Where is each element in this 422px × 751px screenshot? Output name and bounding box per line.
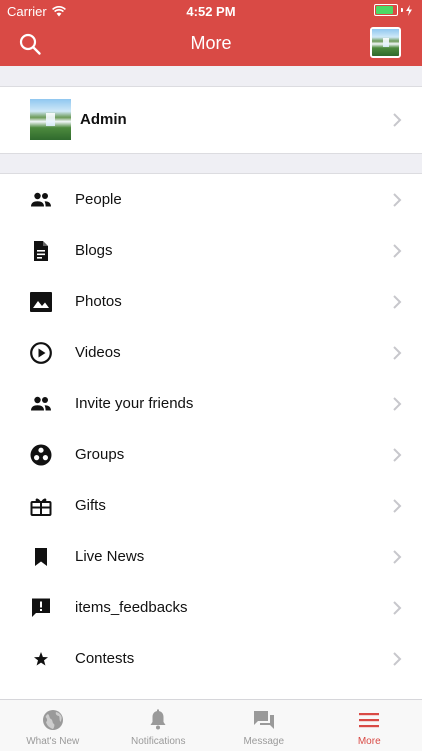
people-icon [29, 188, 53, 212]
menu-item-label: Contests [75, 650, 134, 667]
groups-icon [29, 443, 53, 467]
chevron-right-icon [392, 499, 402, 513]
user-avatar[interactable] [370, 27, 401, 58]
menu-icon [357, 708, 381, 732]
menu-list: People Blogs Photos Videos [0, 173, 422, 735]
bookmark-icon [29, 545, 53, 569]
menu-item-gifts[interactable]: Gifts [0, 480, 422, 531]
charging-icon [406, 5, 412, 16]
tab-bar: What's New Notifications Message More [0, 699, 422, 751]
menu-item-label: Blogs [75, 242, 113, 259]
menu-item-label: Videos [75, 344, 121, 361]
chat-icon [252, 708, 276, 732]
menu-item-feedbacks[interactable]: items_feedbacks [0, 582, 422, 633]
top-bar: Carrier 4:52 PM More [0, 0, 422, 66]
tab-label: Message [211, 736, 317, 747]
chevron-right-icon [392, 550, 402, 564]
menu-item-blogs[interactable]: Blogs [0, 225, 422, 276]
document-icon [29, 239, 53, 263]
tab-notifications[interactable]: Notifications [106, 700, 212, 751]
tab-label: Notifications [106, 736, 212, 747]
profile-row[interactable]: Admin [0, 86, 422, 154]
menu-item-contests[interactable]: Contests [0, 633, 422, 684]
people-icon [29, 392, 53, 416]
menu-item-label: Photos [75, 293, 122, 310]
menu-item-invite-friends[interactable]: Invite your friends [0, 378, 422, 429]
avatar [30, 99, 71, 140]
menu-item-groups[interactable]: Groups [0, 429, 422, 480]
chevron-right-icon [392, 193, 402, 207]
status-time: 4:52 PM [0, 4, 422, 19]
photo-icon [29, 290, 53, 314]
menu-item-people[interactable]: People [0, 174, 422, 225]
tab-more[interactable]: More [317, 700, 422, 751]
globe-icon [41, 708, 65, 732]
gift-icon [29, 494, 53, 518]
menu-item-label: Groups [75, 446, 124, 463]
tab-whats-new[interactable]: What's New [0, 700, 106, 751]
chevron-right-icon [392, 244, 402, 258]
menu-item-label: items_feedbacks [75, 599, 188, 616]
menu-item-label: People [75, 191, 122, 208]
tab-label: More [317, 736, 422, 747]
tab-message[interactable]: Message [211, 700, 317, 751]
menu-item-label: Live News [75, 548, 144, 565]
chevron-right-icon [392, 652, 402, 666]
menu-item-videos[interactable]: Videos [0, 327, 422, 378]
bell-icon [146, 708, 170, 732]
chevron-right-icon [392, 113, 402, 127]
feedback-icon [29, 596, 53, 620]
chevron-right-icon [392, 397, 402, 411]
menu-item-label: Invite your friends [75, 395, 193, 412]
page-title: More [0, 33, 422, 54]
menu-item-photos[interactable]: Photos [0, 276, 422, 327]
star-icon [29, 647, 53, 671]
profile-name: Admin [80, 111, 127, 128]
chevron-right-icon [392, 346, 402, 360]
menu-item-label: Gifts [75, 497, 106, 514]
battery-icon [374, 4, 398, 16]
chevron-right-icon [392, 601, 402, 615]
tab-label: What's New [0, 736, 106, 747]
battery-indicator [374, 4, 412, 16]
status-bar: Carrier 4:52 PM [0, 0, 422, 22]
chevron-right-icon [392, 295, 402, 309]
menu-item-live-news[interactable]: Live News [0, 531, 422, 582]
chevron-right-icon [392, 448, 402, 462]
play-circle-icon [29, 341, 53, 365]
